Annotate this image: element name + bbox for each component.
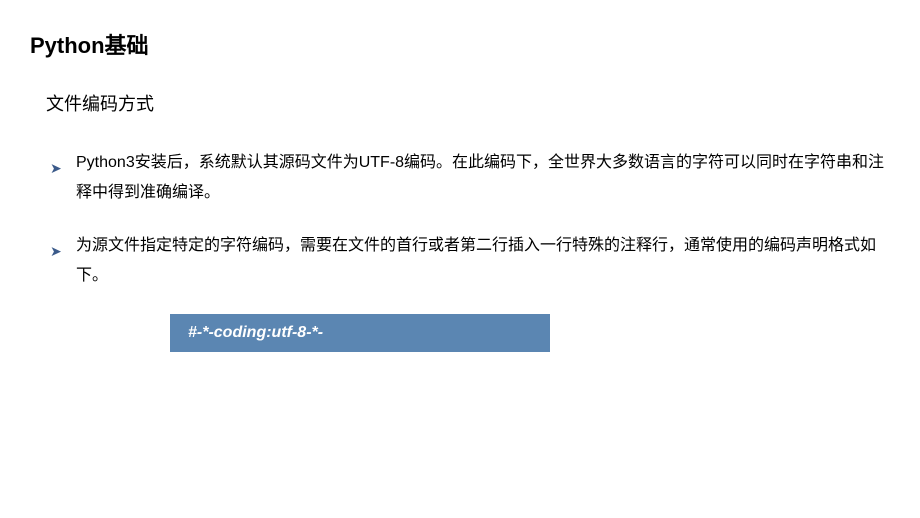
bullet-icon: ➤ — [50, 155, 62, 182]
bullet-list: ➤ Python3安装后，系统默认其源码文件为UTF-8编码。在此编码下，全世界… — [30, 148, 890, 292]
bullet-text: Python3安装后，系统默认其源码文件为UTF-8编码。在此编码下，全世界大多… — [76, 154, 884, 201]
subtitle: 文件编码方式 — [46, 90, 890, 116]
bullet-text: 为源文件指定特定的字符编码，需要在文件的首行或者第二行插入一行特殊的注释行，通常… — [76, 237, 876, 284]
page-title: Python基础 — [30, 28, 890, 60]
list-item: ➤ 为源文件指定特定的字符编码，需要在文件的首行或者第二行插入一行特殊的注释行，… — [50, 231, 890, 292]
bullet-icon: ➤ — [50, 238, 62, 265]
code-block: #-*-coding:utf-8-*- — [170, 314, 550, 352]
list-item: ➤ Python3安装后，系统默认其源码文件为UTF-8编码。在此编码下，全世界… — [50, 148, 890, 209]
